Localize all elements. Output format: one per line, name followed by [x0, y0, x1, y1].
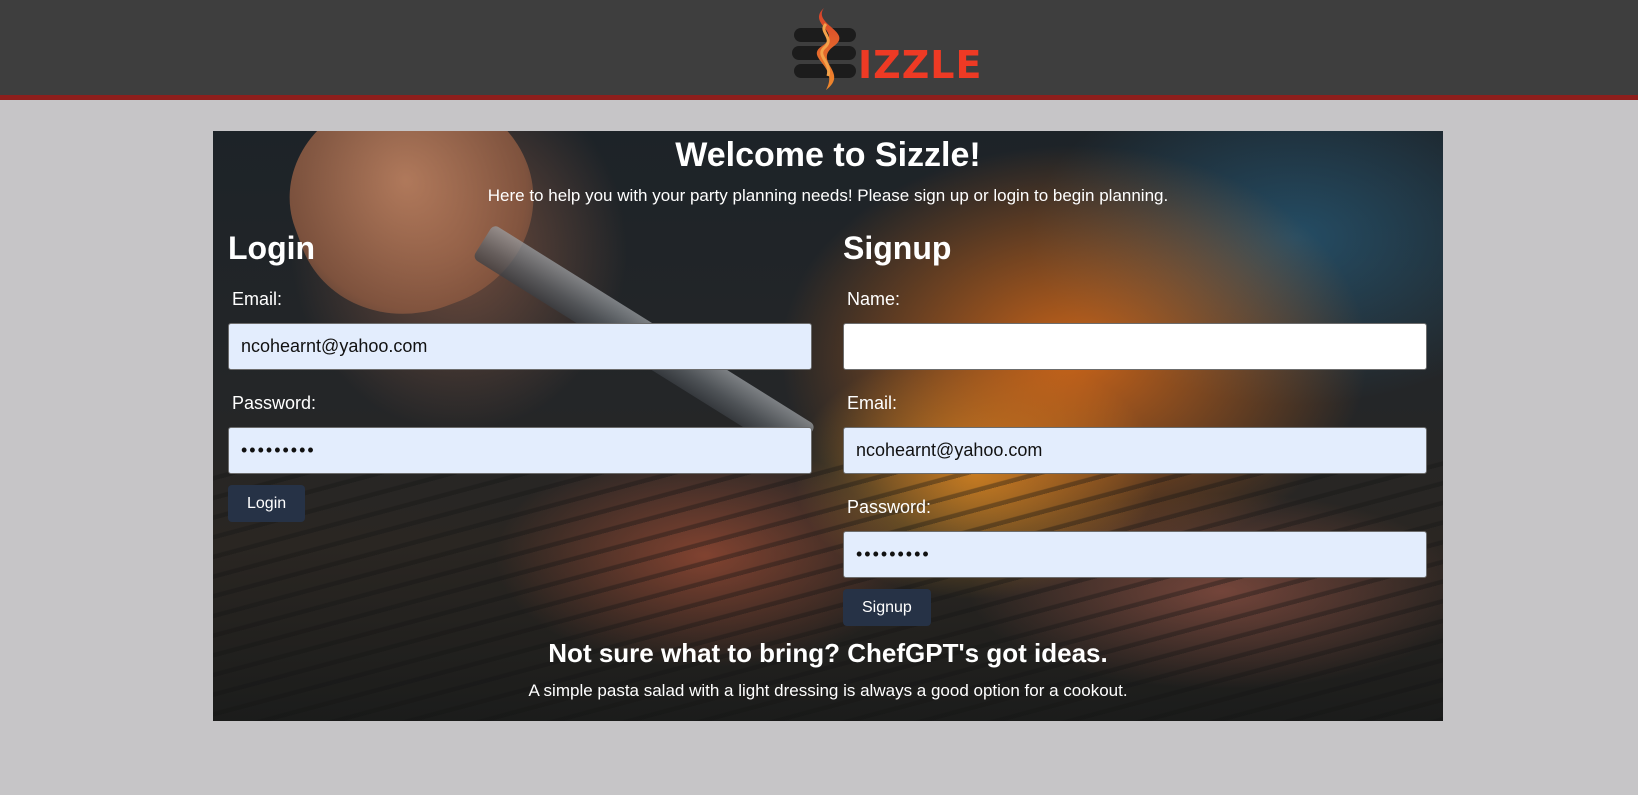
login-email-label: Email: [232, 289, 283, 309]
login-email-input[interactable] [228, 323, 812, 370]
chefgpt-suggestion: A simple pasta salad with a light dressi… [528, 681, 1128, 700]
login-password-label: Password: [232, 393, 317, 413]
sizzle-logo[interactable]: IZZLE [792, 6, 981, 92]
chefgpt-title: Not sure what to bring? ChefGPT's got id… [548, 638, 1108, 668]
welcome-subtitle: Here to help you with your party plannin… [487, 186, 1169, 205]
signup-email-label: Email: [847, 393, 898, 413]
welcome-title: Welcome to Sizzle! [675, 136, 981, 174]
logo-text: IZZLE [858, 43, 983, 87]
site-header: IZZLE [0, 0, 1638, 100]
signup-button[interactable]: Signup [843, 589, 931, 626]
signup-email-input[interactable] [843, 427, 1427, 474]
login-title: Login [228, 230, 316, 266]
signup-title: Signup [843, 230, 952, 266]
signup-name-label: Name: [847, 289, 901, 309]
hero-panel: Welcome to Sizzle! Here to help you with… [213, 131, 1443, 721]
signup-password-label: Password: [847, 497, 932, 517]
flame-s-icon [792, 8, 856, 90]
hero-content: Welcome to Sizzle! Here to help you with… [213, 131, 1443, 721]
signup-password-input[interactable] [843, 531, 1427, 578]
signup-name-input[interactable] [843, 323, 1427, 370]
login-button[interactable]: Login [228, 485, 306, 522]
login-password-input[interactable] [228, 427, 812, 474]
